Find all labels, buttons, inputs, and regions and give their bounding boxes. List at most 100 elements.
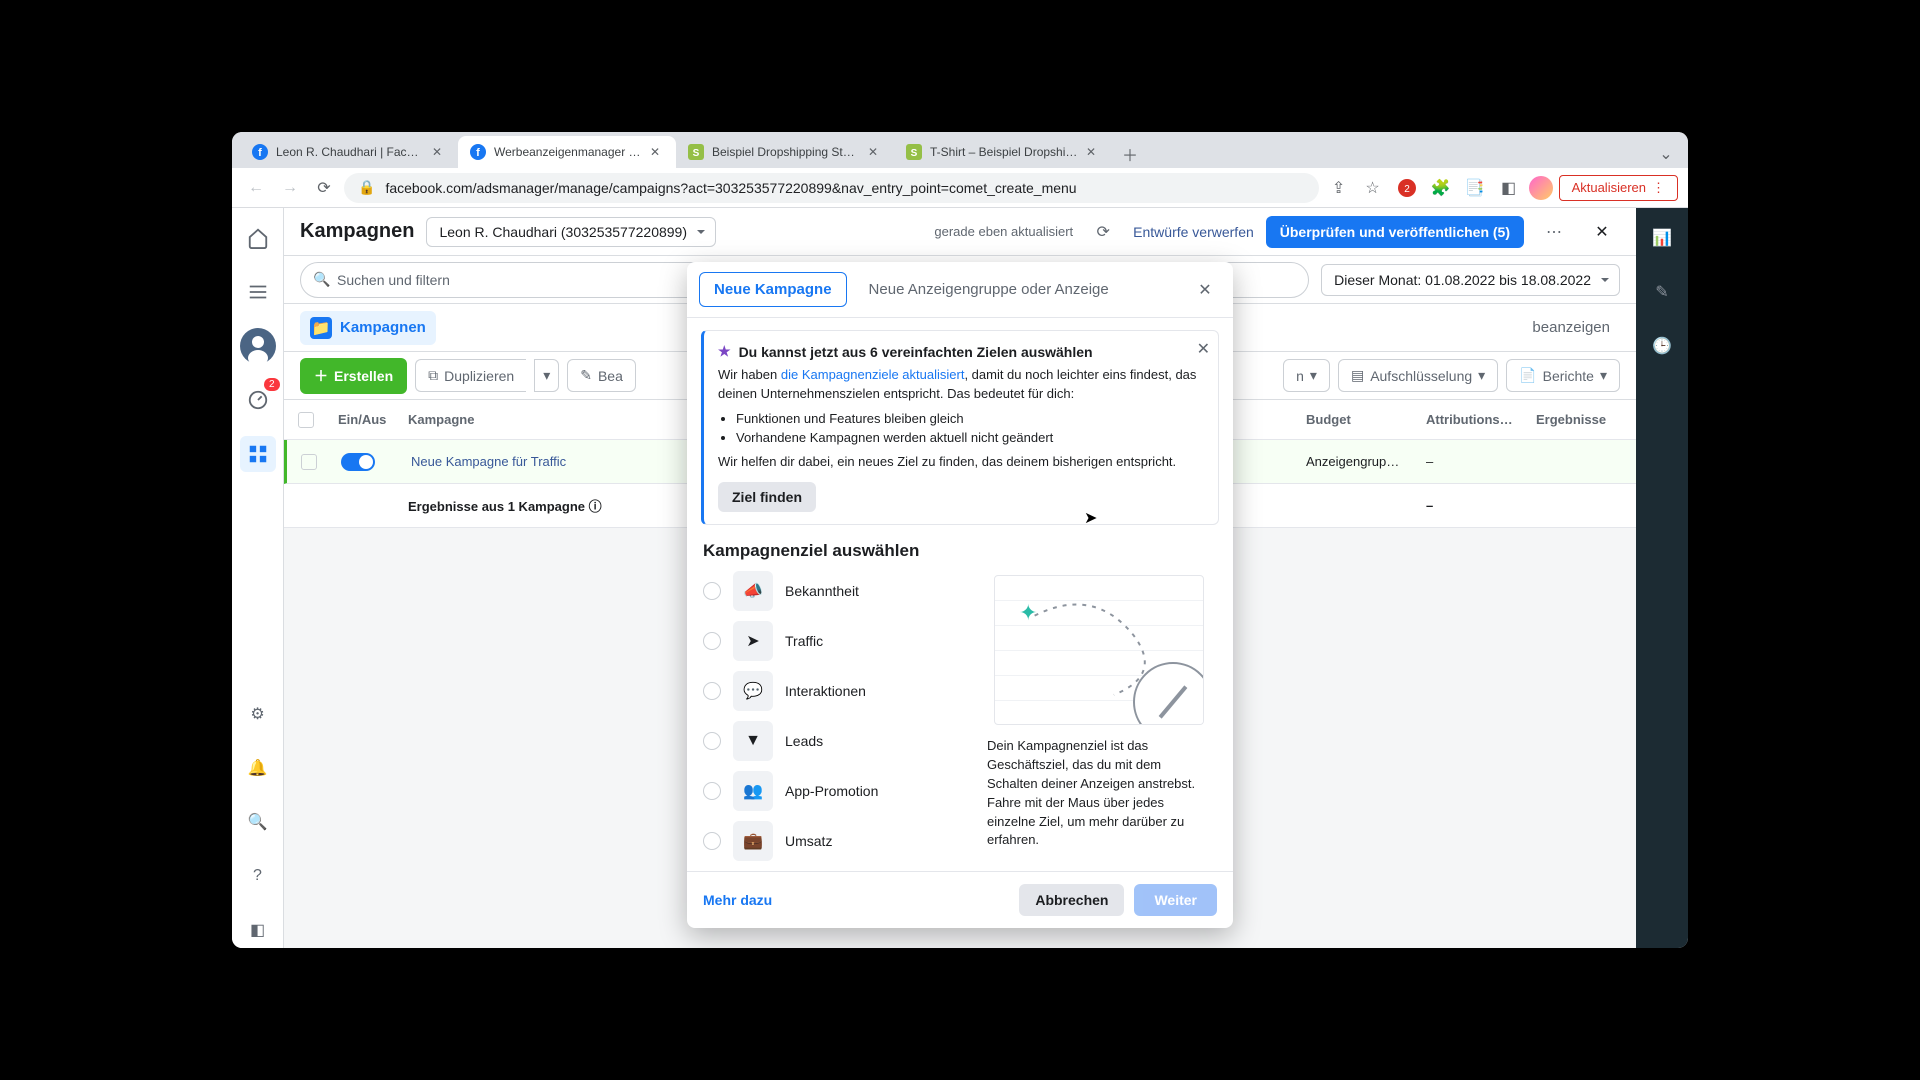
notice-p2: Wir helfen dir dabei, ein neues Ziel zu … [718,453,1204,472]
address-bar[interactable]: 🔒 facebook.com/adsmanager/manage/campaig… [344,173,1319,203]
facebook-icon: f [470,144,486,160]
bookmark-icon[interactable]: ☆ [1359,174,1387,202]
refresh-label: Aktualisieren [1572,180,1646,195]
browser-tab[interactable]: f Werbeanzeigenmanager - Wer… ✕ [458,136,676,168]
goal-option-engagement[interactable]: 💬Interaktionen [703,671,963,711]
tab-list-button[interactable]: ⌄ [1652,140,1680,168]
next-button[interactable]: Weiter [1134,884,1217,916]
svg-text:S: S [693,148,700,159]
date-range-selector[interactable]: Dieser Monat: 01.08.2022 bis 18.08.2022 [1321,264,1620,296]
page-header: Kampagnen Leon R. Chaudhari (30325357722… [284,208,1636,256]
extensions-icon[interactable]: 🧩 [1427,174,1455,202]
find-goal-button[interactable]: Ziel finden [718,482,816,512]
duplicate-caret[interactable]: ▾ [534,359,559,392]
close-icon[interactable]: ✕ [650,145,664,159]
menu-icon[interactable] [240,274,276,310]
home-icon[interactable] [240,220,276,256]
cancel-button[interactable]: Abbrechen [1019,884,1124,916]
goal-option-app[interactable]: 👥App-Promotion [703,771,963,811]
people-icon: 👥 [733,771,773,811]
notice-title: Du kannst jetzt aus 6 vereinfachten Ziel… [739,344,1093,360]
duplicate-button[interactable]: ⧉Duplizieren [415,359,526,392]
notice-link[interactable]: die Kampagnenziele aktualisiert [781,367,965,382]
radio-input[interactable] [703,582,721,600]
goal-option-traffic[interactable]: ➤Traffic [703,621,963,661]
radio-input[interactable] [703,732,721,750]
account-selector[interactable]: Leon R. Chaudhari (303253577220899) [426,217,716,247]
modal-close-button[interactable]: ✕ [1189,274,1221,306]
info-icon[interactable]: ⓘ [589,499,602,514]
col-budget[interactable]: Budget [1296,412,1416,427]
sidepanel-icon[interactable]: ◧ [1495,174,1523,202]
close-icon[interactable]: ✕ [1086,145,1100,159]
radio-input[interactable] [703,632,721,650]
learn-more-link[interactable]: Mehr dazu [703,892,772,908]
col-results[interactable]: Ergebnisse [1526,412,1636,427]
notice-close-button[interactable]: ✕ [1197,339,1210,359]
facebook-icon: f [252,144,268,160]
notice-li: Vorhandene Kampagnen werden aktuell nich… [736,429,1204,448]
goal-option-leads[interactable]: ▼Leads [703,721,963,761]
edit-button[interactable]: ✎Bea [567,359,636,392]
browser-tab-title: T-Shirt – Beispiel Dropshippin… [930,145,1078,159]
select-all-checkbox[interactable] [298,412,314,428]
notice-body: Wir haben die Kampagnenziele aktualisier… [718,366,1204,472]
back-button[interactable]: ← [242,174,270,202]
browser-tab-title: Leon R. Chaudhari | Facebook [276,145,424,159]
reports-button[interactable]: 📄Berichte ▾ [1506,359,1620,392]
row-checkbox[interactable] [301,454,317,470]
shopify-icon: S [688,144,704,160]
close-icon[interactable]: ✕ [868,145,882,159]
profile-avatar[interactable] [1529,176,1553,200]
reload-button[interactable]: ⟳ [310,174,338,202]
grid-icon[interactable] [240,436,276,472]
chart-icon[interactable]: 📊 [1644,220,1680,256]
plus-icon: ＋ [314,366,328,386]
close-icon[interactable]: ✕ [432,145,446,159]
radio-input[interactable] [703,832,721,850]
help-icon[interactable]: ? [240,858,276,894]
radio-input[interactable] [703,782,721,800]
tab-campaigns[interactable]: 📁 Kampagnen [300,311,436,345]
gauge-icon[interactable]: 2 [240,382,276,418]
panel-icon[interactable]: ◧ [240,912,276,948]
goal-option-sales[interactable]: 💼Umsatz [703,821,963,861]
radio-input[interactable] [703,682,721,700]
browser-tab[interactable]: f Leon R. Chaudhari | Facebook ✕ [240,136,458,168]
close-icon[interactable]: ✕ [1584,214,1620,250]
share-icon[interactable]: ⇪ [1325,174,1353,202]
pencil-icon: ✎ [580,367,592,384]
update-chrome-button[interactable]: Aktualisieren ⋮ [1559,175,1678,201]
goal-option-awareness[interactable]: 📣Bekanntheit [703,571,963,611]
user-avatar[interactable] [240,328,276,364]
col-attribution[interactable]: Attributionsein [1416,412,1526,427]
goal-list: 📣Bekanntheit ➤Traffic 💬Interaktionen ▼Le… [703,571,963,861]
browser-tab-strip: f Leon R. Chaudhari | Facebook ✕ f Werbe… [232,132,1688,168]
modal-tab-existing[interactable]: Neue Anzeigengruppe oder Anzeige [855,273,1123,306]
gear-icon[interactable]: ⚙ [240,696,276,732]
extension-icon[interactable]: 2 [1393,174,1421,202]
tab-ads[interactable]: beanzeigen [1522,313,1620,342]
columns-button[interactable]: n ▾ [1283,359,1330,392]
browser-tab[interactable]: S Beispiel Dropshipping Store · … ✕ [676,136,894,168]
create-button[interactable]: ＋Erstellen [300,358,407,394]
publish-button[interactable]: Überprüfen und veröffentlichen (5) [1266,216,1524,248]
status-toggle[interactable] [341,453,375,471]
new-tab-button[interactable]: ＋ [1116,140,1144,168]
forward-button[interactable]: → [276,174,304,202]
megaphone-icon: 📣 [733,571,773,611]
refresh-icon[interactable]: ⟳ [1085,214,1121,250]
clock-icon[interactable]: 🕒 [1644,328,1680,364]
reading-list-icon[interactable]: 📑 [1461,174,1489,202]
browser-tab[interactable]: S T-Shirt – Beispiel Dropshippin… ✕ [894,136,1112,168]
bell-icon[interactable]: 🔔 [240,750,276,786]
search-icon[interactable]: 🔍 [240,804,276,840]
more-icon[interactable]: ⋯ [1536,214,1572,250]
discard-drafts-button[interactable]: Entwürfe verwerfen [1133,224,1254,240]
modal-tab-new[interactable]: Neue Kampagne [699,272,847,307]
pencil-icon[interactable]: ✎ [1644,274,1680,310]
search-placeholder: Suchen und filtern [337,272,450,288]
col-toggle[interactable]: Ein/Aus [328,412,398,427]
briefcase-icon: 💼 [733,821,773,861]
breakdown-button[interactable]: ▤Aufschlüsselung ▾ [1338,359,1498,392]
